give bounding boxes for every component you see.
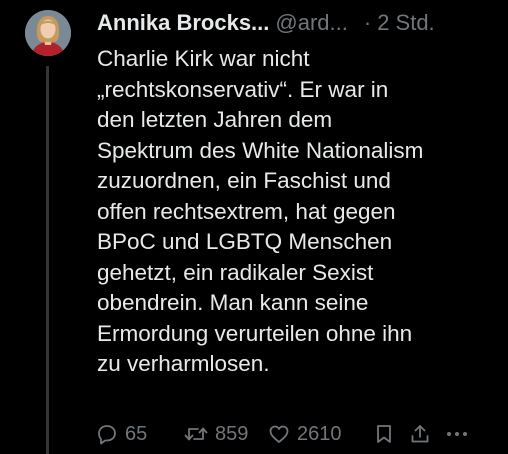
bookmark-icon [377,425,391,443]
tweet[interactable]: Annika Brocks... @ard... · 2 Std. Charli… [0,0,508,454]
tweet-text-line: gehetzt, ein radikaler Sexist [97,259,374,285]
tweet-text-line: Ermordung verurteilen ohne ihn [97,320,413,346]
tweet-text-line: obendrein. Man kann seine [97,290,369,315]
tweet-text-line: Charlie Kirk war nicht [97,46,310,71]
tweet-text: Charlie Kirk war nicht „rechtskonservati… [97,44,502,380]
more-button[interactable] [444,418,470,450]
author-avatar[interactable] [25,10,71,56]
share-button[interactable] [408,418,432,450]
share-upload-icon [411,425,429,443]
thread-line [46,66,49,454]
like-button[interactable]: 2610 [267,418,342,450]
tweet-text-line: offen rechtsextrem, hat gegen [97,198,396,224]
tweet-text-line: zuzuordnen, ein Faschist und [97,168,391,193]
retweet-arrows-icon [184,427,208,441]
reply-count: 65 [125,422,148,445]
avatar-portrait-icon [25,10,71,56]
tweet-actions: 65 859 2610 [95,418,505,450]
header-separator: · [363,10,372,35]
speech-bubble-icon [98,425,116,445]
retweet-count: 859 [215,422,249,445]
tweet-timestamp[interactable]: 2 Std. [377,10,434,36]
tweet-text-line: den letzten Jahren dem [97,107,333,132]
reply-button[interactable]: 65 [95,418,147,450]
author-handle[interactable]: @ard... [275,10,347,36]
bookmark-button[interactable] [373,418,395,450]
tweet-text-line: zu verharmlosen. [97,351,270,376]
tweet-text-line: „rechtskonservativ“. Er war in [97,76,389,102]
retweet-button[interactable]: 859 [183,418,248,450]
like-count: 2610 [297,422,342,445]
tweet-header: Annika Brocks... @ard... · 2 Std. [97,8,497,38]
ellipsis-icon [447,432,467,436]
author-name[interactable]: Annika Brocks... [97,10,269,36]
tweet-text-line: BPoC und LGBTQ Menschen [97,229,393,254]
heart-icon [269,425,289,443]
tweet-text-line: Spektrum des White Nationalism [97,137,424,163]
